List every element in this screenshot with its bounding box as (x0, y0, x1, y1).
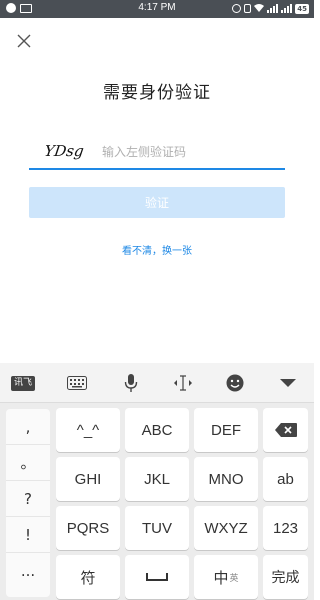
emoji-button[interactable] (221, 372, 249, 394)
refresh-captcha-link[interactable]: 看不清，换一张 (0, 242, 314, 257)
ifly-logo-button[interactable]: 讯飞 (9, 372, 37, 394)
key-english-toggle[interactable]: ab (263, 457, 308, 501)
keyboard-toolbar: 讯飞 (0, 363, 314, 403)
vibrate-icon (244, 4, 252, 13)
done-button[interactable]: 完成 (263, 555, 308, 599)
key-wxyz[interactable]: WXYZ (194, 506, 258, 550)
key-jkl[interactable]: JKL (125, 457, 189, 501)
symbol-exclaim[interactable]: ! (6, 517, 50, 553)
battery-icon: 45 (295, 3, 309, 14)
status-right: 45 (232, 3, 309, 14)
key-pqrs[interactable]: PQRS (56, 506, 120, 550)
symbol-list: , 。 ? ! ... (6, 409, 50, 597)
key-number-toggle[interactable]: 123 (263, 506, 308, 550)
language-main-label: 中 (213, 569, 229, 587)
key-emoticon[interactable]: ^_^ (56, 408, 120, 452)
key-tuv[interactable]: TUV (125, 506, 189, 550)
backspace-icon (274, 423, 297, 437)
captcha-row: YDsg (29, 138, 285, 170)
emoji-icon (226, 374, 244, 392)
space-icon (146, 573, 168, 581)
close-icon (17, 34, 31, 48)
cursor-move-icon (174, 375, 192, 391)
status-bar: 4:17 PM 45 (0, 0, 314, 18)
backspace-button[interactable] (263, 408, 308, 452)
collapse-keyboard-button[interactable] (274, 372, 302, 394)
space-key[interactable] (125, 555, 189, 599)
captcha-image[interactable]: YDsg (43, 140, 89, 162)
keyboard-button[interactable] (63, 372, 91, 394)
key-abc[interactable]: ABC (125, 408, 189, 452)
captcha-input[interactable] (102, 142, 282, 162)
alarm-icon (232, 4, 242, 13)
captcha-text: YDsg (45, 142, 85, 160)
symbol-period[interactable]: 。 (6, 445, 50, 481)
signal-2-icon (281, 4, 293, 13)
microphone-icon (124, 374, 138, 392)
wifi-icon (254, 3, 265, 14)
key-def[interactable]: DEF (194, 408, 258, 452)
voice-button[interactable] (117, 372, 145, 394)
close-button[interactable] (14, 31, 34, 51)
key-symbols[interactable]: 符 (56, 555, 120, 599)
cursor-move-button[interactable] (169, 372, 197, 394)
key-mno[interactable]: MNO (194, 457, 258, 501)
key-language-toggle[interactable]: 中英 (194, 555, 258, 599)
page-title: 需要身份验证 (103, 83, 211, 103)
collapse-icon (280, 379, 296, 387)
verify-button[interactable]: 验证 (29, 187, 285, 218)
keyboard: 讯飞 , 。 ? ! ... ^_^ ABC DEF GHI JKL MNO a… (0, 363, 314, 600)
key-ghi[interactable]: GHI (56, 457, 120, 501)
language-sub-label: 英 (229, 572, 239, 583)
keyboard-icon (67, 376, 87, 390)
ifly-logo: 讯飞 (10, 375, 35, 391)
symbol-comma[interactable]: , (6, 409, 50, 445)
signal-icon (267, 4, 279, 13)
symbol-question[interactable]: ? (6, 481, 50, 517)
symbol-ellipsis[interactable]: ... (6, 553, 50, 589)
